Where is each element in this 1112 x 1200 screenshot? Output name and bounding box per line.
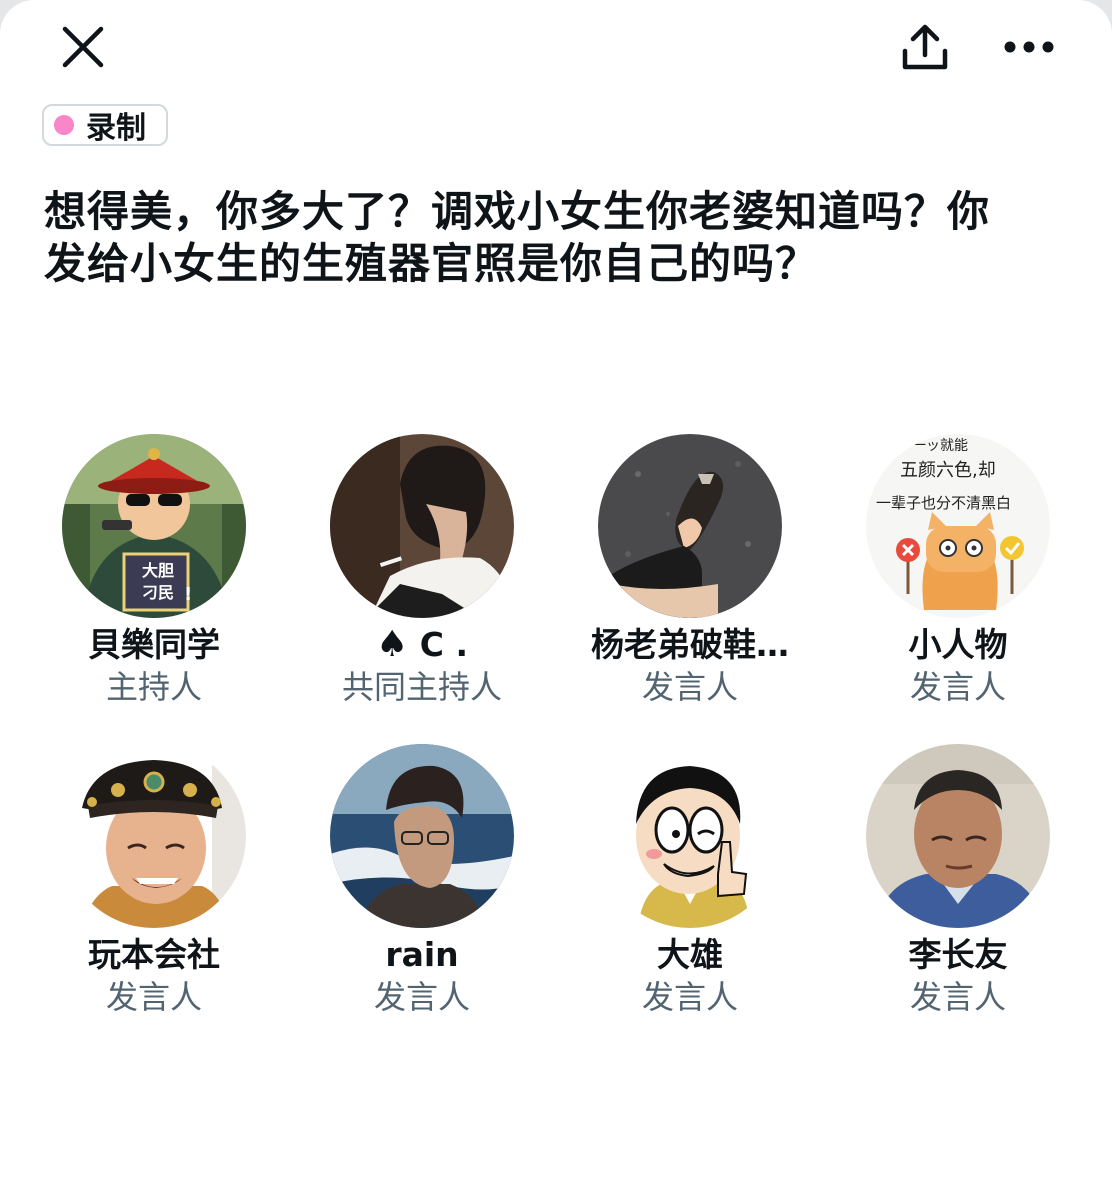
avatar[interactable]: [866, 744, 1050, 928]
participant-card[interactable]: 大雄 发言人: [556, 744, 824, 1018]
avatar[interactable]: 大胆 刁民 !: [62, 434, 246, 618]
recording-badge: 录制: [42, 104, 168, 146]
participant-card[interactable]: ♠ C . 共同主持人: [288, 434, 556, 708]
top-bar: [0, 0, 1112, 100]
avatar[interactable]: [330, 434, 514, 618]
share-button[interactable]: [892, 14, 958, 80]
participant-name-text: C .: [419, 625, 469, 664]
participant-role: 发言人: [909, 668, 1006, 706]
participant-card[interactable]: 大胆 刁民 ! 貝樂同学 主持人: [20, 434, 288, 708]
participant-card[interactable]: rain 发言人: [288, 744, 556, 1018]
avatar[interactable]: [598, 744, 782, 928]
avatar-text-0: 一ッ就能: [912, 438, 968, 454]
participant-name: 杨老弟破鞋…: [591, 625, 789, 664]
participant-name: ♠ C .: [376, 624, 468, 666]
participant-name: 玩本会社: [88, 935, 220, 974]
participant-card[interactable]: 杨老弟破鞋… 发言人: [556, 434, 824, 708]
avatar-text-2: 一辈子也分不清黑白: [876, 494, 1011, 512]
avatar-text-1: 刁民: [142, 583, 174, 602]
participant-name: rain: [385, 935, 459, 974]
close-button[interactable]: [52, 16, 114, 78]
participant-role: 共同主持人: [341, 668, 502, 706]
avatar-text-1: 五颜六色,却: [900, 460, 996, 481]
share-icon: [902, 24, 948, 70]
more-icon: [1004, 41, 1054, 53]
more-button[interactable]: [996, 16, 1062, 78]
close-icon: [62, 26, 104, 68]
participant-card[interactable]: 一ッ就能 五颜六色,却 一辈子也分不清黑白 小人物 发言人: [824, 434, 1092, 708]
participant-name: 大雄: [657, 935, 723, 974]
participant-name: 小人物: [908, 625, 1008, 664]
avatar[interactable]: 一ッ就能 五颜六色,却 一辈子也分不清黑白: [866, 434, 1050, 618]
participant-role: 发言人: [641, 668, 738, 706]
space-sheet: 录制 想得美，你多大了？调戏小女生你老婆知道吗？你发给小女生的生殖器官照是你自己…: [0, 0, 1112, 1200]
avatar-text-0: 大胆: [142, 561, 174, 580]
avatar[interactable]: [330, 744, 514, 928]
space-title: 想得美，你多大了？调戏小女生你老婆知道吗？你发给小女生的生殖器官照是你自己的吗？: [44, 187, 991, 288]
recording-dot-icon: [54, 115, 74, 135]
avatar[interactable]: [62, 744, 246, 928]
participant-role: 发言人: [909, 978, 1006, 1016]
avatar[interactable]: [598, 434, 782, 618]
spade-icon: ♠: [375, 624, 409, 665]
participant-name: 李长友: [908, 935, 1008, 974]
participant-card[interactable]: 李长友 发言人: [824, 744, 1092, 1018]
recording-label: 录制: [86, 111, 146, 146]
participant-name: 貝樂同学: [88, 625, 220, 664]
participant-role: 发言人: [641, 978, 738, 1016]
avatar-text-2: !: [184, 584, 192, 605]
participant-role: 发言人: [373, 978, 470, 1016]
participants-grid: 大胆 刁民 ! 貝樂同学 主持人 ♠ C . 共同主持人 杨老弟破鞋… 发言人 …: [20, 434, 1092, 1018]
participant-card[interactable]: 玩本会社 发言人: [20, 744, 288, 1018]
participant-role: 发言人: [105, 978, 202, 1016]
participant-role: 主持人: [105, 668, 202, 706]
